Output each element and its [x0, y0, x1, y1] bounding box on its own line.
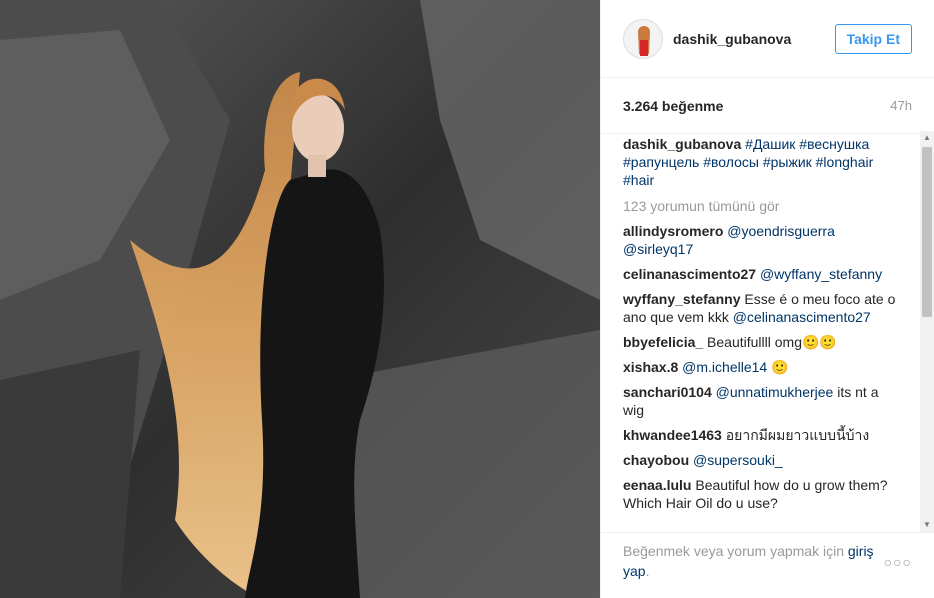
comment-username[interactable]: khwandee1463 — [623, 427, 722, 443]
username[interactable]: dashik_gubanova — [673, 31, 835, 47]
comment-item: wyffany_stefanny Esse é o meu foco ate o… — [623, 290, 901, 326]
photo-illustration — [0, 0, 600, 598]
comment-item: allindysromero @yoendrisguerra @sirleyq1… — [623, 222, 901, 258]
comments-list[interactable]: dashik_gubanova #Дашик #веснушка #рапунц… — [601, 135, 934, 533]
comment-tags[interactable]: @celinanascimento27 — [733, 309, 871, 325]
post-time[interactable]: 47h — [890, 98, 912, 113]
comment-username[interactable]: celinanascimento27 — [623, 266, 756, 282]
post-sidebar: dashik_gubanova Takip Et 3.264 beğenme 4… — [600, 0, 934, 598]
comment-username[interactable]: xishax.8 — [623, 359, 678, 375]
post-photo[interactable] — [0, 0, 600, 598]
post-header: dashik_gubanova Takip Et — [601, 0, 934, 78]
avatar[interactable] — [623, 18, 663, 59]
comment-username[interactable]: allindysromero — [623, 223, 723, 239]
comment-tags[interactable]: @wyffany_stefanny — [760, 266, 882, 282]
comment-username[interactable]: wyffany_stefanny — [623, 291, 740, 307]
view-all-comments-link[interactable]: 123 yorumun tümünü gör — [623, 197, 913, 215]
login-prompt: Beğenmek veya yorum yapmak için giriş ya… — [623, 541, 893, 581]
comment-username[interactable]: eenaa.lulu — [623, 477, 691, 493]
comment-tags[interactable]: @unnatimukherjee — [716, 384, 834, 400]
scrollbar-thumb[interactable] — [922, 147, 932, 317]
likes-count[interactable]: 3.264 beğenme — [623, 98, 890, 114]
comment-text: Beautifullll omg🙂🙂 — [707, 334, 837, 350]
comment-text: อยากมีผมยาวแบบนี้บ้าง — [725, 427, 870, 443]
login-prompt-text: Beğenmek veya yorum yapmak için — [623, 543, 844, 559]
scroll-down-arrow-icon[interactable]: ▼ — [920, 518, 934, 532]
scroll-up-arrow-icon[interactable]: ▲ — [920, 131, 934, 145]
post-stats: 3.264 beğenme 47h — [601, 78, 934, 134]
comment-username[interactable]: dashik_gubanova — [623, 136, 741, 152]
comment-item: xishax.8 @m.ichelle14 🙂 — [623, 358, 901, 376]
comment-text-after: 🙂 — [771, 359, 789, 375]
comment-tags[interactable]: @supersouki_ — [693, 452, 783, 468]
comments-scrollbar[interactable]: ▲ ▼ — [920, 131, 934, 532]
follow-button[interactable]: Takip Et — [834, 23, 912, 54]
comment-tags[interactable]: @m.ichelle14 — [682, 359, 767, 375]
comment-username[interactable]: bbyefelicia_ — [623, 334, 703, 350]
more-options-icon[interactable]: ○○○ — [884, 554, 912, 570]
comment-item: eenaa.lulu Beautiful how do u grow them?… — [623, 476, 901, 512]
comment-username[interactable]: sanchari0104 — [623, 384, 712, 400]
comment-item: dashik_gubanova #Дашик #веснушка #рапунц… — [623, 135, 901, 189]
comment-item: bbyefelicia_ Beautifullll omg🙂🙂 — [623, 333, 901, 351]
comment-username[interactable]: chayobou — [623, 452, 689, 468]
login-prompt-period: . — [645, 563, 650, 579]
comment-item: celinanascimento27 @wyffany_stefanny — [623, 265, 901, 283]
comment-item: khwandee1463 อยากมีผมยาวแบบนี้บ้าง — [623, 426, 901, 444]
avatar-image — [624, 19, 662, 58]
comment-item: sanchari0104 @unnatimukherjee its nt a w… — [623, 383, 901, 419]
comment-item: chayobou @supersouki_ — [623, 451, 901, 469]
